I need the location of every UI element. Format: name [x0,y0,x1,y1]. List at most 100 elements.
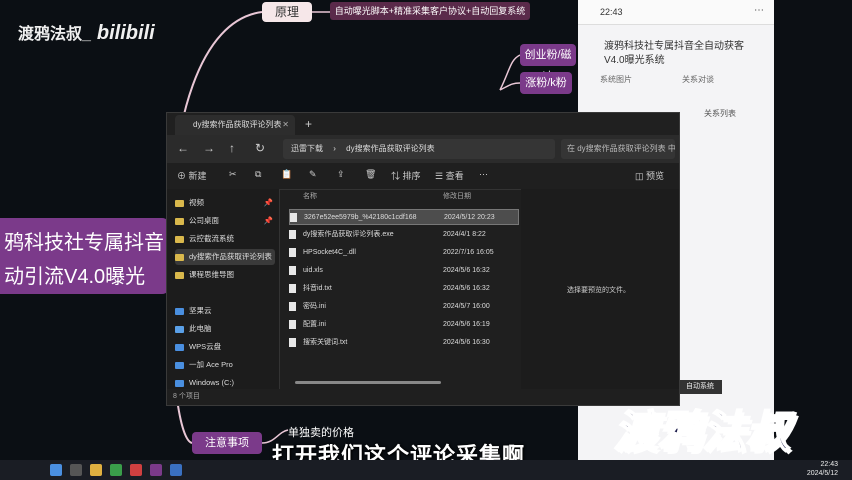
sidebar-item[interactable]: dy搜索作品获取评论列表 [175,249,275,265]
item-count: 8 个项目 [173,393,200,400]
breadcrumb-folder[interactable]: dy搜索作品获取评论列表 [346,144,434,153]
root-node-line2: 动引流V4.0曝光 [4,266,146,288]
file-explorer-window: dy搜索作品获取评论列表 ✕ + ← → ↑ ↻ 迅雷下载 › dy搜索作品获取… [166,112,680,406]
sort-button[interactable]: ⇅ 排序 [391,169,421,182]
delete-icon[interactable]: 🗑 [365,169,376,180]
pin-icon[interactable]: 📌 [264,213,273,229]
document-tab-images[interactable]: 系统图片 [600,74,632,85]
file-date: 2022/7/16 16:05 [443,249,494,256]
file-icon [289,337,296,347]
more-icon[interactable]: ⋯ [479,169,488,180]
clock[interactable]: 22:43 2024/5/12 [807,460,838,478]
sidebar-item[interactable]: 云控截流系统 [175,231,275,247]
sidebar-item-label: 此电脑 [189,324,212,333]
file-row[interactable]: 配置.ini 2024/5/6 16:19 [289,317,519,333]
document-time: 22:43 [600,7,623,17]
share-icon[interactable]: ⇪ [337,169,345,180]
sidebar-item[interactable]: 课程思维导图 [175,267,275,283]
file-date: 2024/5/6 16:32 [443,267,490,274]
sidebar-item[interactable]: 一加 Ace Pro [175,357,275,373]
chevron-right-icon: › [333,144,336,153]
file-row[interactable]: HPSocket4C_.dll 2022/7/16 16:05 [289,245,519,261]
mindmap-node-entrepreneur[interactable]: 创业粉/磁速 [520,44,576,83]
mindmap-node-principle[interactable]: 原理 [262,2,312,22]
sidebar-item[interactable]: WPS云盘 [175,339,275,355]
sidebar-item-label: 课程思维导图 [189,270,234,279]
mindmap-app-icon[interactable] [150,464,162,476]
file-row[interactable]: uid.xls 2024/5/6 16:32 [289,263,519,279]
breadcrumb-downloads[interactable]: 迅雷下载 [291,144,323,153]
file-row[interactable]: 密码.ini 2024/5/7 16:00 [289,299,519,315]
file-name: 抖音id.txt [303,285,332,292]
document-tab-relations[interactable]: 关系对谈 [682,74,714,85]
search-input[interactable]: 在 dy搜索作品获取评论列表 中搜索 [561,139,675,159]
file-date: 2024/5/6 16:32 [443,285,490,292]
browser-icon[interactable] [170,464,182,476]
folder-icon [175,217,184,225]
mindmap-root-node[interactable]: 鸦科技社专属抖音 动引流V4.0曝光 [0,218,170,294]
menu-icon[interactable]: ⋯ [754,5,764,16]
paste-icon[interactable]: 📋 [281,169,292,180]
cut-icon[interactable]: ✂ [229,169,237,180]
file-explorer-icon[interactable] [90,464,102,476]
file-name: 搜索关键词.txt [303,339,348,346]
file-row[interactable]: 搜索关键词.txt 2024/5/6 16:30 [289,335,519,351]
new-button[interactable]: ⊕ 新建 [177,169,207,182]
folder-icon [175,253,184,261]
preview-button[interactable]: ◫ 预览 [635,169,664,182]
file-row[interactable]: dy搜索作品获取评论列表.exe 2024/4/1 8:22 [289,227,519,243]
sidebar-item-label: dy搜索作品获取评论列表 [189,252,272,261]
start-icon[interactable] [50,464,62,476]
sidebar-item[interactable]: 此电脑 [175,321,275,337]
close-tab-icon[interactable]: ✕ [282,115,289,135]
column-header-date[interactable]: 修改日期 [443,191,471,201]
back-icon[interactable]: ← [177,141,189,155]
document-bottom-button[interactable]: 自动系统 [678,380,722,394]
file-list: 名称 修改日期 3267e52ee5979b_%42180c1cdf168 202… [281,189,519,389]
file-icon [289,283,296,293]
sidebar-item[interactable]: 视频 📌 [175,195,275,211]
tab-title: dy搜索作品获取评论列表 [193,120,282,129]
file-name: 密码.ini [303,303,326,310]
search-icon[interactable] [70,464,82,476]
address-bar[interactable]: 迅雷下载 › dy搜索作品获取评论列表 [283,139,555,159]
navigation-pane: 视频 📌 公司桌面 📌 云控截流系统 dy搜索作品获取评论列表 课程思维导图 坚果云此电脑 WP… [167,189,280,389]
folder-icon [175,379,184,387]
sidebar-item[interactable]: 公司桌面 📌 [175,213,275,229]
explorer-tab[interactable]: dy搜索作品获取评论列表 ✕ [175,115,295,135]
new-tab-icon[interactable]: + [305,117,312,131]
mindmap-node-auto-desc[interactable]: 自动曝光脚本+精准采集客户协议+自动回复系统 [330,2,530,20]
clock-time: 22:43 [820,461,838,468]
channel-logo: 渡鸦法叔_ bilibili [18,20,155,45]
document-topbar: 22:43 ⋯ [578,0,774,25]
sidebar-item-label: 坚果云 [189,306,212,315]
forward-icon[interactable]: → [203,141,215,155]
refresh-icon[interactable]: ↻ [255,141,265,155]
folder-icon [175,199,184,207]
copy-icon[interactable]: ⧉ [255,169,261,180]
view-button[interactable]: ☰ 查看 [435,169,464,182]
preview-label: 预览 [646,171,665,181]
pin-icon[interactable]: 📌 [264,195,273,211]
wechat-icon[interactable] [110,464,122,476]
column-header-name[interactable]: 名称 [303,191,317,201]
root-node-line1: 鸦科技社专属抖音 [4,232,164,254]
file-row[interactable]: 3267e52ee5979b_%42180c1cdf168 2024/5/12 2… [289,209,519,225]
explorer-toolbar: ⊕ 新建 ✂ ⧉ 📋 ✎ ⇪ 🗑 ⇅ 排序 ☰ 查看 ⋯ ◫ 预览 [167,163,679,190]
file-name: HPSocket4C_.dll [303,249,356,256]
mindmap-node-notes[interactable]: 注意事项 [192,432,262,454]
file-icon [289,247,296,257]
file-name: uid.xls [303,267,323,274]
horizontal-scrollbar[interactable] [295,381,441,384]
sidebar-item-label: 云控截流系统 [189,234,234,243]
file-row[interactable]: 抖音id.txt 2024/5/6 16:32 [289,281,519,297]
watermark: 渡鸦法叔 [613,407,791,458]
sidebar-item[interactable]: 坚果云 [175,303,275,319]
folder-icon [175,271,184,279]
file-icon [290,212,297,222]
app-icon[interactable] [130,464,142,476]
up-icon[interactable]: ↑ [229,141,235,155]
file-icon [289,229,296,239]
mindmap-node-followers[interactable]: 涨粉/k粉 [520,72,572,94]
rename-icon[interactable]: ✎ [309,169,317,180]
